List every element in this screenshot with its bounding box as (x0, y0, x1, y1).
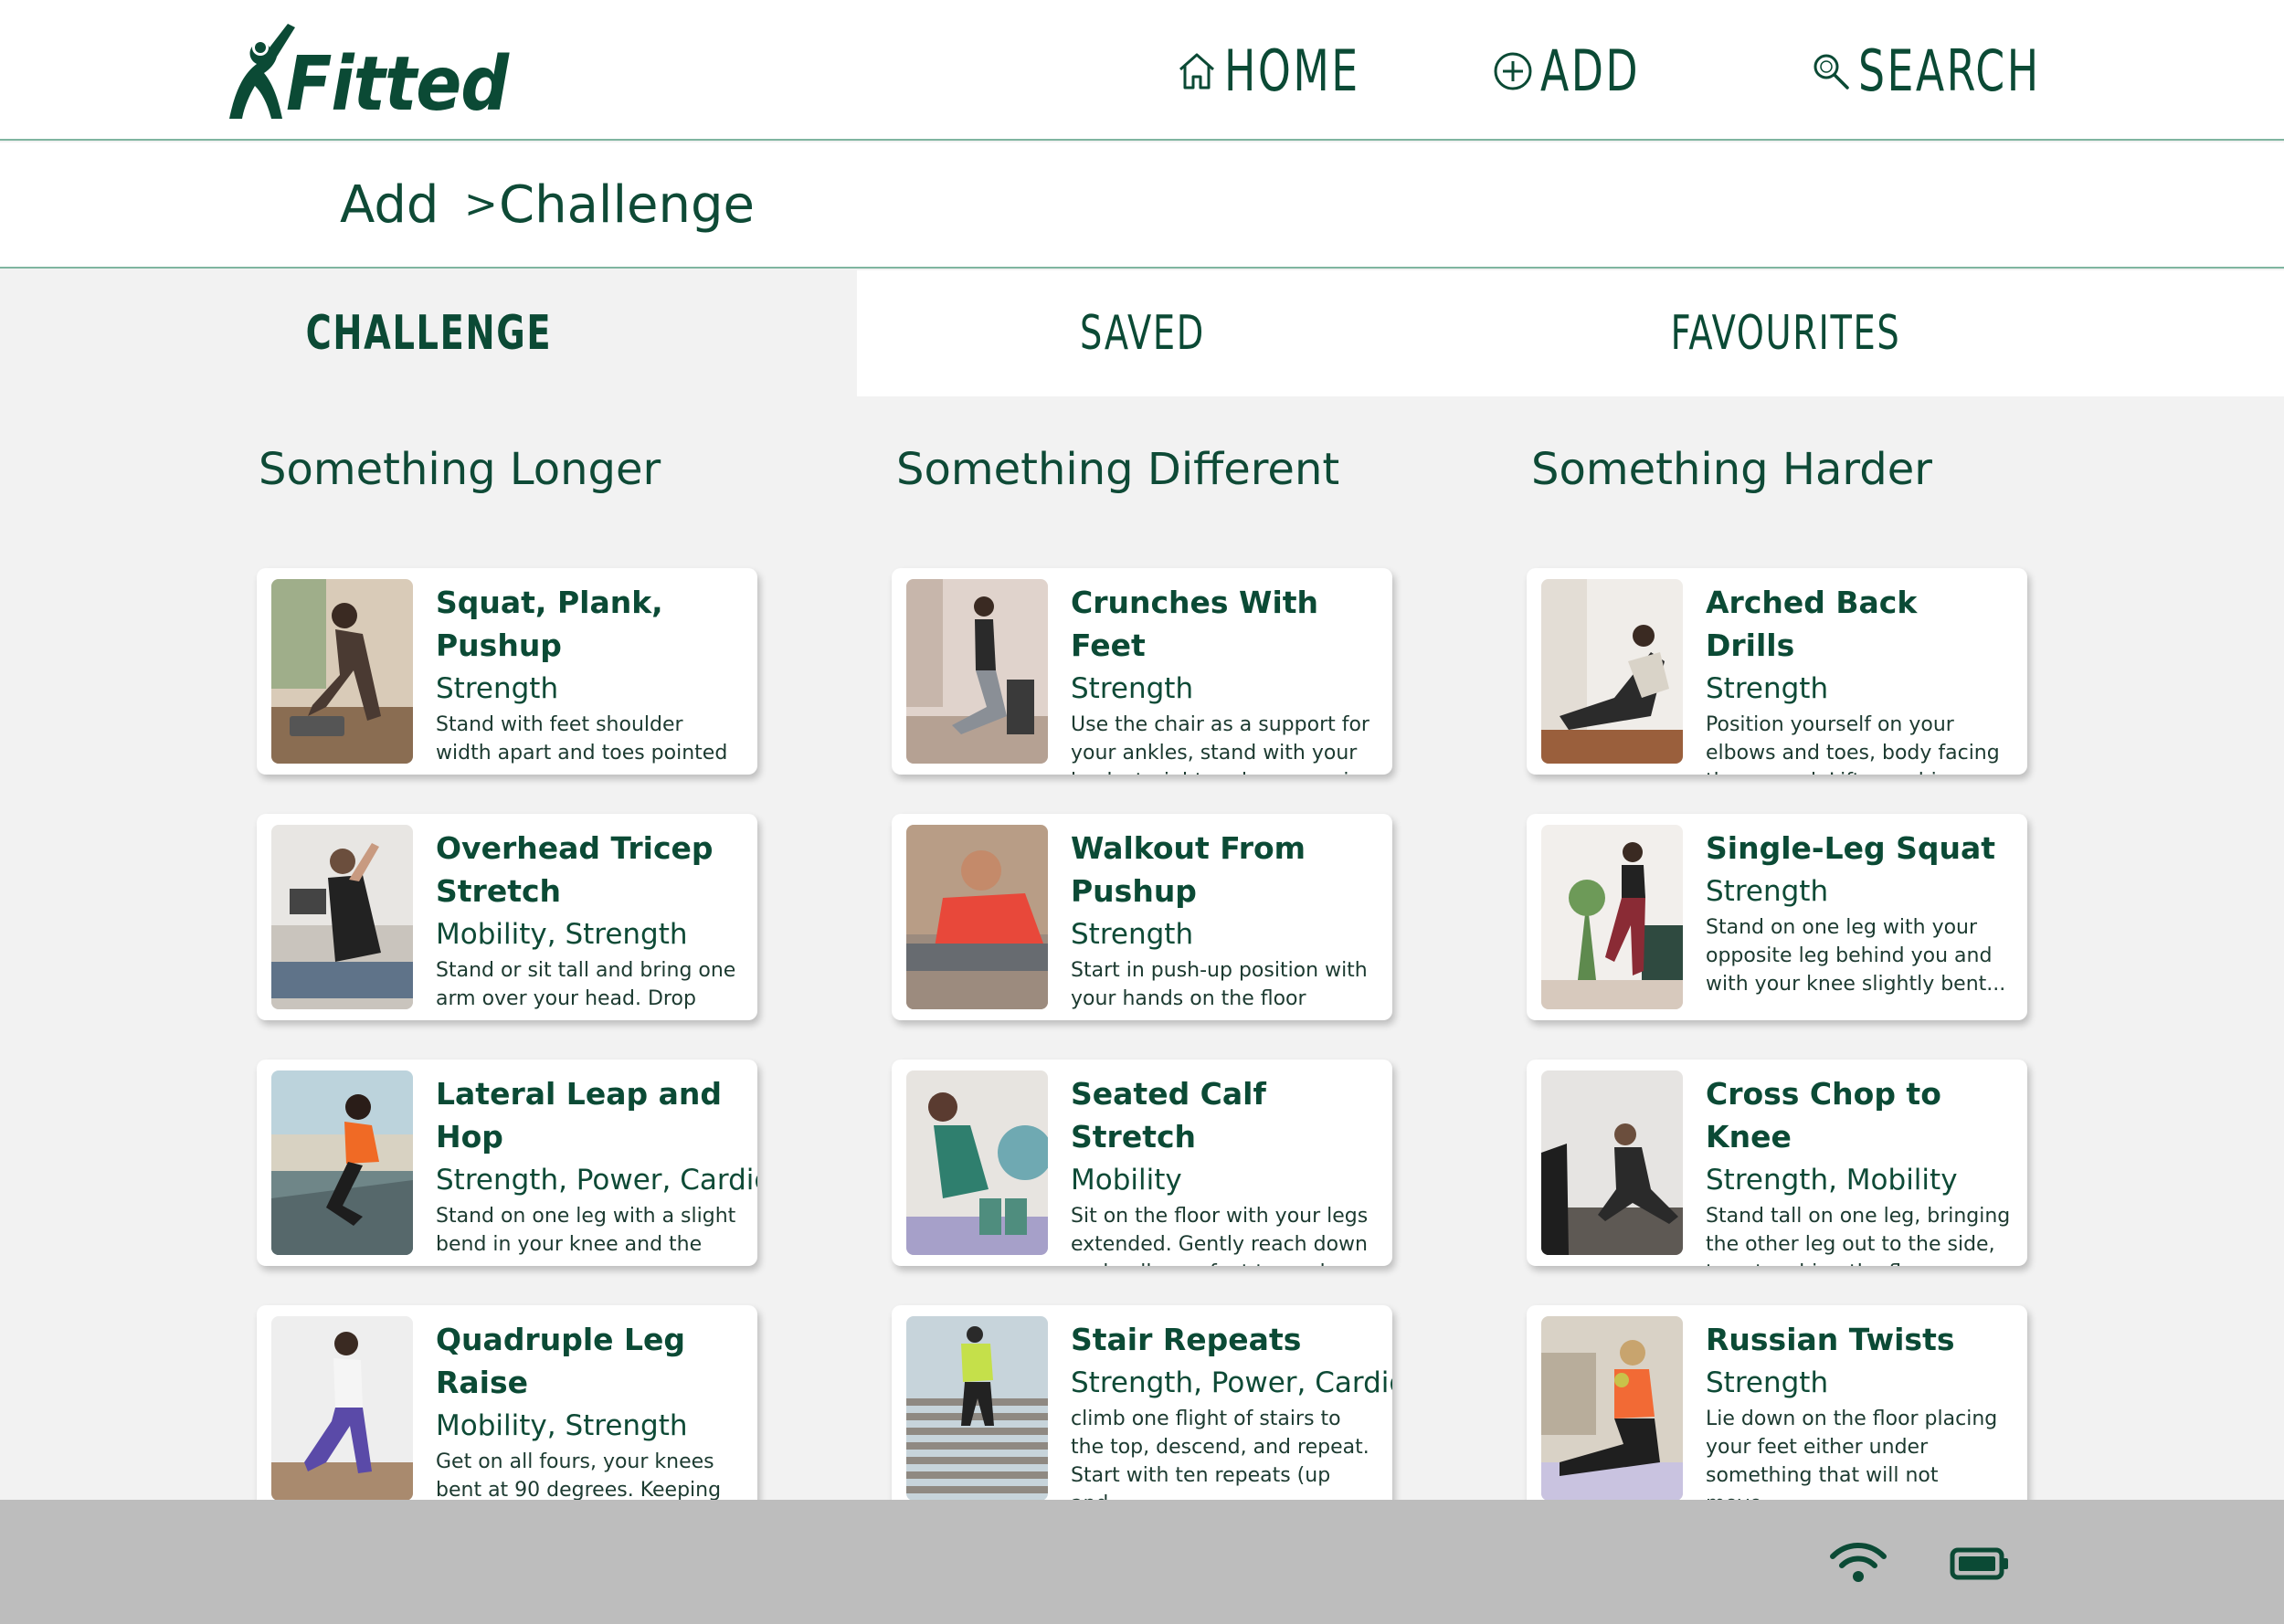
exercise-tags: Strength, Power, Cardio (436, 1164, 757, 1197)
exercise-title: Lateral Leap and Hop (436, 1076, 722, 1155)
exercise-tags: Strength (1706, 672, 1829, 705)
exercise-photo (271, 1070, 413, 1255)
exercise-card[interactable]: Seated Calf Stretch Mobility Sit on the … (892, 1060, 1392, 1266)
exercise-photo (906, 1316, 1048, 1501)
exercise-photo (271, 579, 413, 764)
exercise-title: Stair Repeats (1071, 1322, 1302, 1357)
column-title-different: Something Different (896, 444, 1340, 495)
brand-name: Fitted (286, 41, 509, 128)
exercise-title: Crunches With Feet (1071, 585, 1319, 663)
tab-favourites-label: FAVOURITES (1671, 306, 1901, 361)
exercise-description: Sit on the floor with your legs extended… (1071, 1205, 1369, 1266)
column-title-longer: Something Longer (259, 444, 661, 495)
exercise-photo (271, 1316, 413, 1501)
exercise-photo (1541, 1316, 1683, 1501)
exercise-description: Stand with feet shoulder width apart and… (436, 713, 728, 765)
exercise-photo (1541, 825, 1683, 1009)
tab-challenge-label: CHALLENGE (305, 306, 552, 361)
exercise-card[interactable]: Stair Repeats Strength, Power, Cardio cl… (892, 1305, 1392, 1512)
exercise-description: Position yourself on your elbows and toe… (1706, 713, 2000, 775)
home-icon (1179, 53, 1214, 90)
exercise-description: climb one flight of stairs to the top, d… (1071, 1408, 1369, 1512)
exercise-tags: Strength, Mobility (1706, 1164, 1958, 1197)
exercise-card[interactable]: Overhead Tricep Stretch Mobility, Streng… (257, 814, 757, 1020)
exercise-description: Start in push-up position with your hand… (1071, 959, 1368, 1010)
exercise-description: Lie down on the floor placing your feet … (1706, 1408, 1998, 1512)
tab-saved-label: SAVED (1079, 306, 1205, 361)
status-bar (0, 1500, 2284, 1624)
exercise-title: Walkout From Pushup (1071, 830, 1306, 909)
exercise-card[interactable]: Crunches With Feet Strength Use the chai… (892, 568, 1392, 775)
tab-favourites[interactable]: FAVOURITES (1462, 270, 2110, 396)
exercise-description: Stand or sit tall and bring one arm over… (436, 959, 736, 1020)
exercise-photo (271, 825, 413, 1009)
exercise-photo (906, 579, 1048, 764)
exercise-description: Use the chair as a support for your ankl… (1071, 713, 1369, 775)
breadcrumb-separator: > (464, 181, 498, 227)
exercise-photo (1541, 579, 1683, 764)
nav-add[interactable]: ADD (1491, 37, 1662, 106)
exercise-title: Overhead Tricep Stretch (436, 830, 714, 909)
exercise-card[interactable]: Russian Twists Strength Lie down on the … (1527, 1305, 2027, 1512)
exercise-card[interactable]: Lateral Leap and Hop Strength, Power, Ca… (257, 1060, 757, 1266)
app-header: Fitted HOME ADD SEARCH (0, 0, 2284, 141)
exercise-tags: Mobility, Strength (436, 918, 688, 951)
exercise-card[interactable]: Quadruple Leg Raise Mobility, Strength G… (257, 1305, 757, 1512)
wifi-icon (1830, 1543, 1887, 1582)
nav-add-label: ADD (1540, 37, 1641, 104)
breadcrumb: Add > Challenge (0, 142, 2284, 269)
exercise-description: Stand on one leg with a slight bend in y… (436, 1205, 736, 1256)
exercise-tags: Strength, Power, Cardio (1071, 1366, 1392, 1399)
nav-home-label: HOME (1224, 37, 1360, 104)
exercise-tags: Strength (1071, 918, 1194, 951)
exercise-title: Cross Chop to Knee (1706, 1076, 1941, 1155)
breadcrumb-current: Challenge (499, 175, 755, 235)
exercise-photo (906, 825, 1048, 1009)
exercise-photo (1541, 1070, 1683, 1255)
exercise-title: Arched Back Drills (1706, 585, 1918, 663)
exercise-card[interactable]: Single-Leg Squat Strength Stand on one l… (1527, 814, 2027, 1020)
exercise-tags: Mobility (1071, 1164, 1182, 1197)
exercise-description: Stand tall on one leg, bringing the othe… (1706, 1205, 2011, 1266)
exercise-tags: Strength (1071, 672, 1194, 705)
nav-home[interactable]: HOME (1175, 37, 1390, 106)
exercise-title: Seated Calf Stretch (1071, 1076, 1266, 1155)
exercise-tags: Strength (1706, 875, 1829, 908)
exercise-title: Squat, Plank, Pushup (436, 585, 663, 663)
exercise-title: Russian Twists (1706, 1322, 1955, 1357)
tab-saved[interactable]: SAVED (857, 270, 1427, 396)
brand-logo[interactable]: Fitted (222, 16, 509, 128)
exercise-photo (906, 1070, 1048, 1255)
exercise-card[interactable]: Arched Back Drills Strength Position you… (1527, 568, 2027, 775)
exercise-title: Quadruple Leg Raise (436, 1322, 686, 1400)
exercise-tags: Strength (436, 672, 559, 705)
exercise-card[interactable]: Cross Chop to Knee Strength, Mobility St… (1527, 1060, 2027, 1266)
plus-circle-icon (1494, 52, 1532, 90)
exercise-title: Single-Leg Squat (1706, 830, 1996, 866)
breadcrumb-root[interactable]: Add (340, 177, 439, 234)
exercise-tags: Strength (1706, 1366, 1829, 1399)
exercise-description: Stand on one leg with your opposite leg … (1706, 916, 2006, 996)
column-title-harder: Something Harder (1531, 444, 1932, 495)
exercise-card[interactable]: Walkout From Pushup Strength Start in pu… (892, 814, 1392, 1020)
tab-bar: CHALLENGE SAVED FAVOURITES (0, 270, 2284, 396)
exercise-tags: Mobility, Strength (436, 1409, 688, 1442)
nav-search-label: SEARCH (1858, 37, 2041, 104)
tab-challenge[interactable]: CHALLENGE (0, 270, 857, 396)
battery-icon (1950, 1547, 2008, 1580)
search-icon (1813, 54, 1849, 90)
exercise-card[interactable]: Squat, Plank, Pushup Strength Stand with… (257, 568, 757, 775)
nav-search[interactable]: SEARCH (1809, 37, 2080, 106)
